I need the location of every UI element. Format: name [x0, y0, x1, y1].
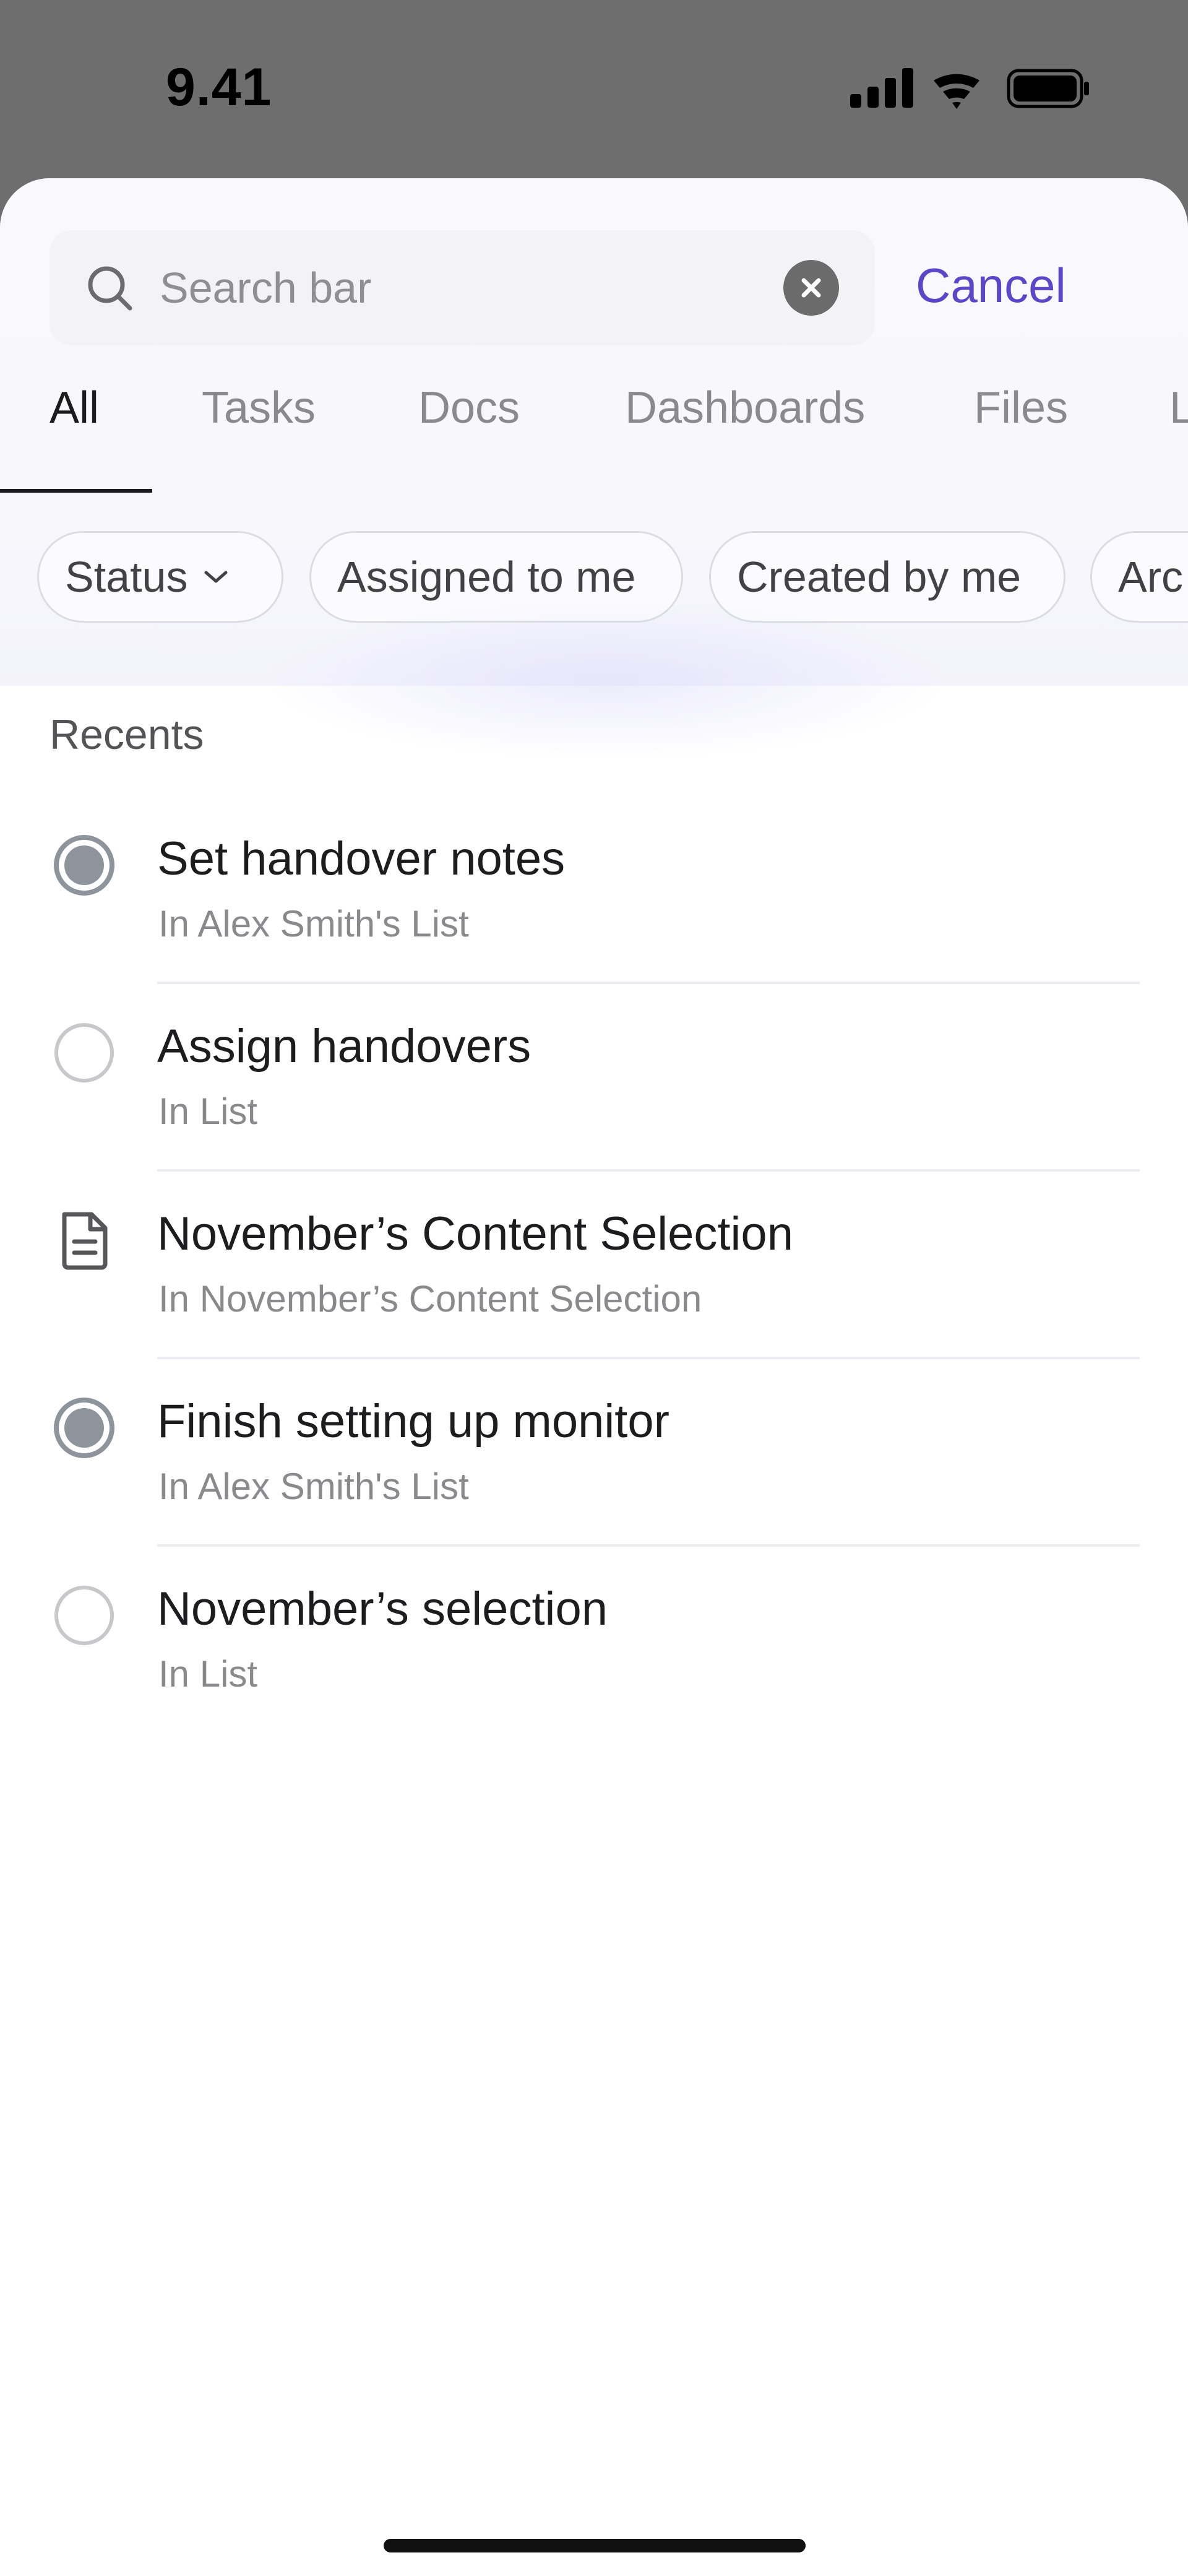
tab-dashboards[interactable]: Dashboards: [625, 383, 865, 433]
filter-chip-created-by-me[interactable]: Created by me: [709, 531, 1065, 623]
list-item[interactable]: November’s Content Selection In November…: [0, 1185, 1188, 1370]
tab-more[interactable]: L: [1169, 383, 1188, 433]
battery-icon: [1007, 69, 1089, 108]
item-title: Assign handovers: [157, 1020, 532, 1073]
document-icon: [62, 1212, 108, 1270]
active-tab-indicator: [0, 489, 152, 493]
task-status-todo-icon: [54, 1586, 114, 1645]
status-icons: [850, 67, 1091, 110]
divider: [157, 1169, 1140, 1172]
clear-icon: [801, 278, 821, 298]
task-status-todo-icon: [54, 1023, 114, 1083]
tab-files[interactable]: Files: [974, 383, 1068, 433]
search-sheet: Cancel All Tasks Docs Dashboards Files L…: [0, 178, 1188, 2576]
home-indicator[interactable]: [384, 2539, 806, 2552]
tab-all[interactable]: All: [50, 383, 99, 433]
tab-bar: All Tasks Docs Dashboards Files L: [0, 383, 1188, 463]
cellular-signal-icon: [850, 68, 913, 108]
filter-chip-archived[interactable]: Arc: [1090, 531, 1188, 623]
clear-search-button[interactable]: [783, 260, 839, 316]
wifi-icon: [934, 74, 979, 109]
chevron-down-icon: [204, 571, 228, 583]
filter-chip-label: Arc: [1118, 553, 1183, 601]
task-status-in-progress-icon: [54, 835, 114, 896]
item-title: November’s selection: [157, 1583, 608, 1635]
filter-chip-assigned-to-me[interactable]: Assigned to me: [309, 531, 683, 623]
list-item[interactable]: Finish setting up monitor In Alex Smith'…: [0, 1372, 1188, 1558]
divider: [157, 1544, 1140, 1547]
divider: [157, 1357, 1140, 1359]
filter-chips: Status Assigned to me Created by me Arc: [0, 531, 1188, 630]
recents-heading: Recents: [50, 711, 204, 758]
item-location: In November’s Content Selection: [158, 1278, 702, 1320]
list-item[interactable]: Assign handovers In List: [0, 997, 1188, 1183]
task-status-in-progress-icon: [54, 1398, 114, 1458]
search-input[interactable]: [160, 255, 778, 321]
divider: [157, 982, 1140, 984]
status-time: 9.41: [166, 58, 272, 117]
filter-chip-label: Created by me: [737, 553, 1022, 601]
search-icon: [88, 266, 132, 311]
tab-tasks[interactable]: Tasks: [202, 383, 316, 433]
item-title: November’s Content Selection: [157, 1208, 793, 1260]
filter-chip-status[interactable]: Status: [37, 531, 283, 623]
item-location: In Alex Smith's List: [158, 903, 469, 944]
item-title: Set handover notes: [157, 832, 566, 885]
list-item[interactable]: Set handover notes In Alex Smith's List: [0, 810, 1188, 995]
cancel-button[interactable]: Cancel: [916, 257, 1066, 314]
list-item[interactable]: November’s selection In List: [0, 1560, 1188, 1745]
filter-chip-label: Assigned to me: [337, 553, 636, 601]
item-location: In List: [158, 1653, 258, 1695]
search-bar[interactable]: [50, 230, 875, 345]
item-location: In Alex Smith's List: [158, 1466, 469, 1507]
item-title: Finish setting up monitor: [157, 1395, 669, 1448]
status-bar: 9.41: [0, 0, 1188, 178]
item-location: In List: [158, 1091, 258, 1132]
filter-chip-label: Status: [65, 553, 188, 601]
tab-docs[interactable]: Docs: [418, 383, 520, 433]
sheet-header: Cancel All Tasks Docs Dashboards Files L…: [0, 178, 1188, 760]
